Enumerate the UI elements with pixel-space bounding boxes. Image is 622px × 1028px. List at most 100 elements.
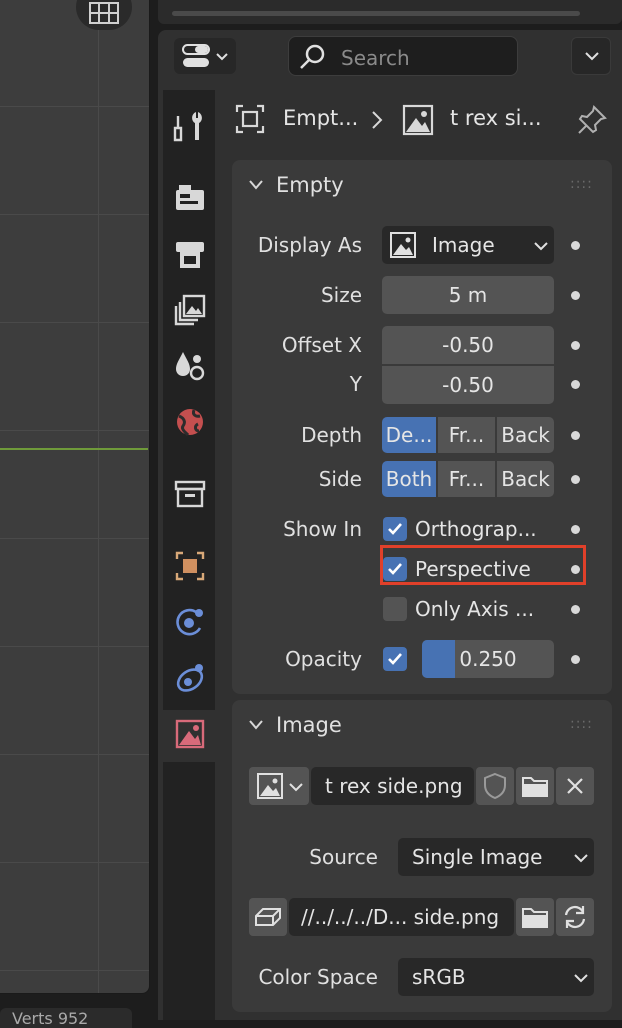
breadcrumb-data[interactable]: t rex si... xyxy=(450,106,542,130)
drag-handle-icon[interactable]: :::: xyxy=(570,716,593,732)
orthographic-label[interactable]: Orthograp... xyxy=(415,517,537,541)
opacity-label: Opacity xyxy=(285,647,362,671)
image-icon xyxy=(390,232,416,258)
tab-object-data-image[interactable] xyxy=(170,714,210,754)
tab-scene[interactable] xyxy=(170,346,210,386)
tab-render[interactable] xyxy=(170,178,210,218)
tab-tool[interactable] xyxy=(170,106,210,146)
image-panel-title[interactable]: Image xyxy=(276,713,342,737)
empty-panel-title[interactable]: Empty xyxy=(276,173,344,197)
grid-icon xyxy=(89,2,119,24)
opacity-enable-checkbox[interactable] xyxy=(383,647,407,671)
editor-type-icon xyxy=(182,44,228,67)
offset-y-label: Y xyxy=(349,372,362,396)
color-space-label: Color Space xyxy=(258,965,378,989)
chevron-down-icon xyxy=(574,854,588,863)
tab-world[interactable] xyxy=(170,402,210,442)
image-name-field[interactable]: t rex side.png xyxy=(311,767,474,805)
viewport-x-axis-line xyxy=(0,448,148,450)
search-input[interactable]: Search xyxy=(288,36,518,76)
size-field[interactable]: 5 m xyxy=(382,276,554,314)
image-icon xyxy=(257,773,283,799)
source-dropdown[interactable]: Single Image xyxy=(398,838,594,876)
search-placeholder: Search xyxy=(341,46,410,70)
keyframe-dot[interactable] xyxy=(571,341,580,350)
depth-option-front[interactable]: Fr... xyxy=(438,417,495,453)
keyframe-dot[interactable] xyxy=(571,431,580,440)
checkmark-icon xyxy=(388,653,402,665)
chevron-down-icon xyxy=(574,974,588,983)
keyframe-dot[interactable] xyxy=(571,475,580,484)
scene-icon xyxy=(176,352,205,381)
side-option-back[interactable]: Back xyxy=(497,461,554,497)
browse-filepath-button[interactable] xyxy=(516,898,554,936)
depth-option-back[interactable]: Back xyxy=(497,417,554,453)
status-text: Verts 952 xyxy=(12,1009,89,1028)
scrollbar[interactable] xyxy=(172,11,580,16)
chevron-down-icon xyxy=(534,242,548,251)
side-label: Side xyxy=(318,467,362,491)
tool-icon xyxy=(173,112,202,142)
folder-icon xyxy=(522,777,548,797)
breadcrumb-object[interactable]: Empt... xyxy=(283,106,358,130)
viewport-status-bar: Verts 952 xyxy=(0,1008,132,1028)
collection-icon xyxy=(174,480,206,508)
open-image-button[interactable] xyxy=(516,767,554,805)
offset-y-field[interactable]: -0.50 xyxy=(382,366,554,404)
side-option-both[interactable]: Both xyxy=(382,461,436,497)
chevron-down-icon[interactable] xyxy=(248,718,264,732)
3d-viewport[interactable] xyxy=(0,0,150,994)
close-icon xyxy=(567,778,583,794)
depth-label: Depth xyxy=(301,423,362,447)
reload-image-button[interactable] xyxy=(556,898,594,936)
chevron-down-icon xyxy=(289,783,303,792)
reload-icon xyxy=(564,905,586,929)
chevron-down-icon[interactable] xyxy=(248,178,264,192)
color-space-value: sRGB xyxy=(412,965,466,989)
orthographic-checkbox[interactable] xyxy=(383,517,407,541)
opacity-slider[interactable]: 0.250 xyxy=(422,640,554,678)
browse-image-button[interactable] xyxy=(249,767,309,805)
size-label: Size xyxy=(320,283,362,307)
tab-object[interactable] xyxy=(170,546,210,586)
top-scroll-strip[interactable] xyxy=(158,0,622,24)
empty-object-icon xyxy=(235,104,265,134)
opacity-value: 0.250 xyxy=(459,647,517,671)
offset-x-field[interactable]: -0.50 xyxy=(382,326,554,364)
color-space-dropdown[interactable]: sRGB xyxy=(398,958,594,996)
keyframe-dot[interactable] xyxy=(571,380,580,389)
tab-view-layer[interactable] xyxy=(170,290,210,330)
render-icon xyxy=(176,185,204,210)
display-as-dropdown[interactable]: Image xyxy=(382,226,554,264)
show-in-label: Show In xyxy=(283,517,362,541)
keyframe-dot[interactable] xyxy=(571,241,580,250)
highlight-box xyxy=(380,545,586,585)
chevron-down-icon xyxy=(585,52,599,61)
options-dropdown-button[interactable] xyxy=(571,37,611,75)
drag-handle-icon[interactable]: :::: xyxy=(570,176,593,192)
tab-constraints[interactable] xyxy=(170,658,210,698)
tab-collection[interactable] xyxy=(170,474,210,514)
keyframe-dot[interactable] xyxy=(571,655,580,664)
keyframe-dot[interactable] xyxy=(571,525,580,534)
chevron-right-icon xyxy=(372,111,383,129)
only-axis-aligned-label[interactable]: Only Axis ... xyxy=(415,597,534,621)
keyframe-dot[interactable] xyxy=(571,291,580,300)
output-icon xyxy=(176,242,204,268)
folder-icon xyxy=(522,908,548,928)
tab-physics[interactable] xyxy=(170,602,210,642)
editor-type-button[interactable] xyxy=(174,38,236,74)
object-data-image-icon xyxy=(175,719,205,749)
pin-icon[interactable] xyxy=(576,104,608,136)
depth-option-default[interactable]: De... xyxy=(382,417,436,453)
unlink-image-button[interactable] xyxy=(556,767,594,805)
only-axis-aligned-checkbox[interactable] xyxy=(383,597,407,621)
keyframe-dot[interactable] xyxy=(571,605,580,614)
pack-image-button[interactable] xyxy=(249,898,287,936)
view-layer-icon xyxy=(174,294,206,326)
filepath-field[interactable]: //../../../D... side.png xyxy=(289,898,514,936)
fake-user-button[interactable] xyxy=(476,767,514,805)
side-option-front[interactable]: Fr... xyxy=(438,461,495,497)
tab-output[interactable] xyxy=(170,234,210,274)
object-icon xyxy=(175,551,205,581)
